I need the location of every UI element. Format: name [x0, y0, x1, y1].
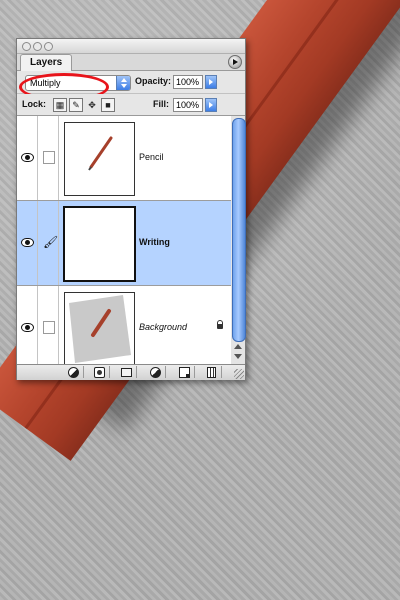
palette-menu-icon[interactable]	[228, 55, 242, 69]
minimize-button[interactable]	[33, 42, 42, 51]
visibility-toggle[interactable]	[17, 116, 38, 200]
scroll-up-arrow-icon[interactable]	[234, 344, 242, 349]
layers-palette: Layers Multiply Opacity: 100% Lock: ▦ ✎ …	[16, 38, 246, 380]
new-adjustment-layer-button[interactable]	[145, 366, 166, 379]
blend-mode-select[interactable]: Multiply	[19, 73, 131, 101]
layers-bottom-toolbar	[17, 364, 245, 380]
layer-name: Writing	[139, 237, 170, 247]
background-thumbnail-icon	[65, 293, 134, 365]
paintbrush-toggle[interactable]: 🖌	[38, 201, 59, 285]
zoom-button[interactable]	[44, 42, 53, 51]
layer-thumbnail	[64, 122, 135, 196]
palette-titlebar[interactable]	[17, 39, 245, 54]
layer-thumbnail	[63, 206, 136, 282]
blend-opacity-row: Multiply Opacity: 100%	[17, 71, 245, 101]
layer-name: Background	[139, 322, 188, 332]
eye-icon	[21, 238, 34, 247]
fill-input[interactable]: 100%	[173, 98, 203, 112]
fill-slider-button[interactable]	[205, 98, 217, 112]
layer-style-button[interactable]	[63, 366, 84, 379]
layer-row-writing[interactable]: 🖌 Writing	[17, 201, 231, 286]
opacity-slider-button[interactable]	[205, 75, 217, 89]
layers-list: Pencil 🖌 Writing Background	[17, 116, 232, 370]
opacity-input[interactable]: 100%	[173, 75, 203, 89]
eye-icon	[21, 323, 34, 332]
scroll-down-arrow-icon[interactable]	[234, 354, 242, 359]
resize-grip-icon[interactable]	[234, 369, 244, 379]
pencil-thumbnail-icon	[88, 136, 113, 171]
eye-icon	[21, 153, 34, 162]
palette-tab-row: Layers	[17, 54, 245, 71]
new-layer-icon	[178, 367, 190, 379]
lock-fill-row: Lock: ▦ ✎ ✥ ■ Fill: 100%	[17, 94, 245, 116]
layer-row-background[interactable]: Background	[17, 286, 231, 370]
chevron-updown-icon[interactable]	[116, 76, 130, 90]
blend-mode-value: Multiply	[30, 78, 61, 88]
close-button[interactable]	[22, 42, 31, 51]
link-toggle[interactable]	[38, 286, 59, 370]
add-mask-button[interactable]	[89, 366, 110, 379]
lock-image-pixels-icon[interactable]: ✎	[69, 98, 83, 112]
fill-label: Fill:	[153, 99, 169, 109]
folder-icon	[120, 368, 132, 378]
mask-icon	[93, 367, 105, 379]
layer-row-pencil[interactable]: Pencil	[17, 116, 231, 201]
lock-icon	[217, 320, 223, 329]
scroll-thumb[interactable]	[232, 118, 246, 342]
new-group-button[interactable]	[116, 366, 137, 378]
layer-style-icon	[67, 367, 79, 379]
link-toggle[interactable]	[38, 116, 59, 200]
layers-scrollbar[interactable]	[231, 116, 246, 364]
lock-all-icon[interactable]: ■	[101, 98, 115, 112]
paintbrush-icon: 🖌	[43, 235, 59, 249]
link-box	[43, 151, 55, 164]
layer-name: Pencil	[139, 152, 164, 162]
opacity-label: Opacity:	[135, 76, 172, 86]
delete-layer-button[interactable]	[201, 366, 222, 379]
link-box	[43, 321, 55, 334]
visibility-toggle[interactable]	[17, 201, 38, 285]
visibility-toggle[interactable]	[17, 286, 38, 370]
adjustment-layer-icon	[149, 367, 161, 379]
lock-transparent-pixels-icon[interactable]: ▦	[53, 98, 67, 112]
new-layer-button[interactable]	[174, 366, 195, 379]
lock-position-icon[interactable]: ✥	[85, 98, 99, 112]
lock-label: Lock:	[22, 99, 47, 109]
layer-thumbnail	[64, 292, 135, 366]
trash-icon	[206, 367, 216, 379]
tab-layers[interactable]: Layers	[20, 54, 73, 71]
